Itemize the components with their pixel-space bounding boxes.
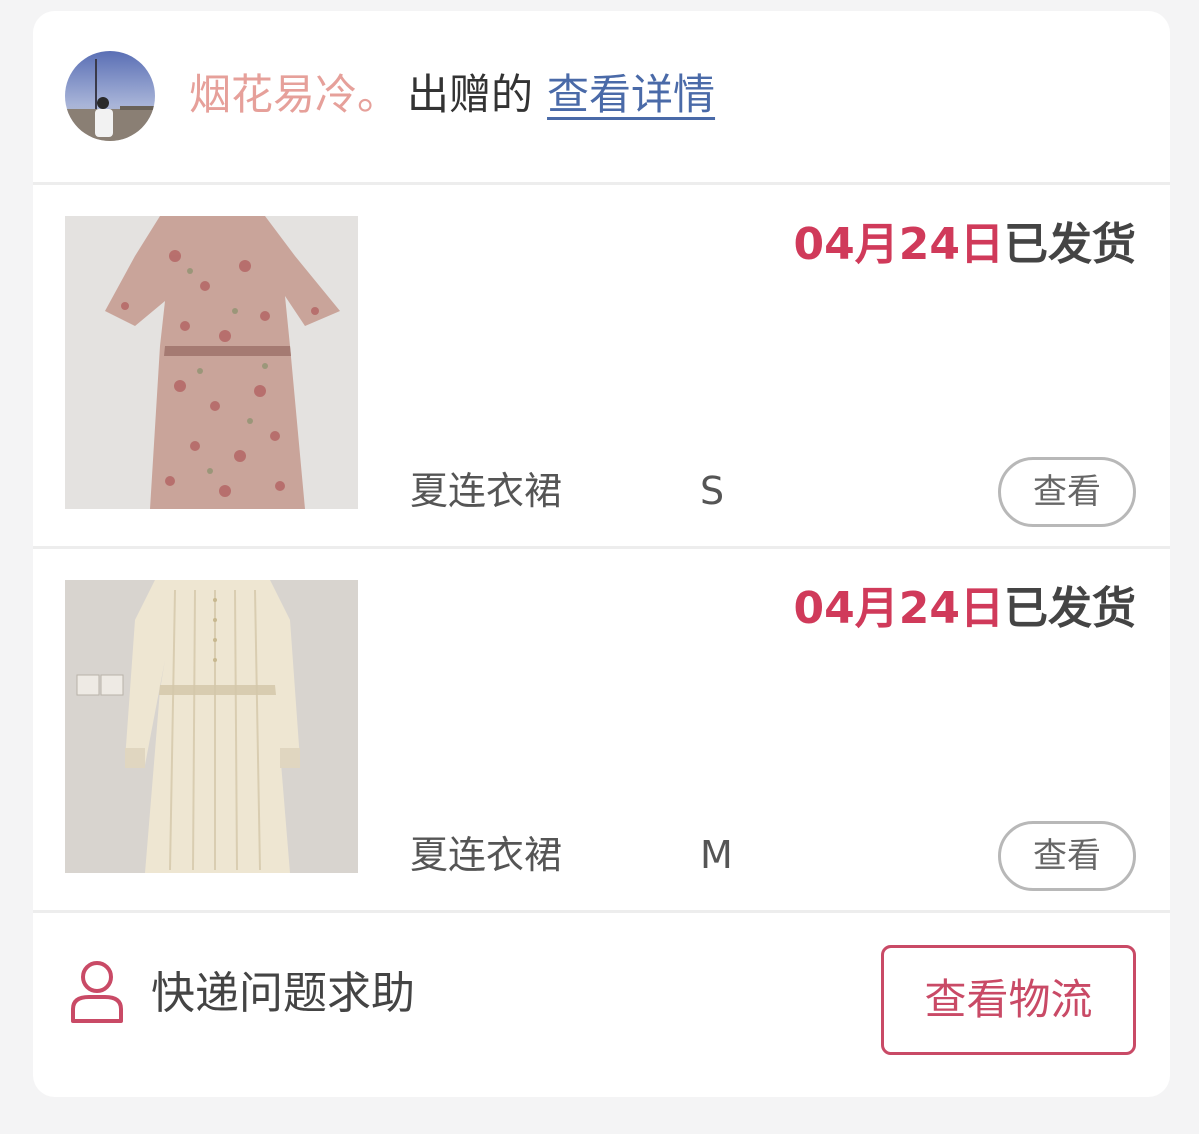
shipping-status: 04月24日已发货: [794, 215, 1136, 275]
cream-dress-image: [65, 580, 358, 873]
item-size: M: [700, 833, 733, 877]
view-button[interactable]: 查看: [998, 821, 1136, 891]
ship-date: 04月24日: [793, 583, 1004, 634]
item-name: 夏连衣裙: [410, 469, 563, 513]
shipping-help-link[interactable]: 快递问题求助: [151, 964, 415, 1024]
card-footer: 快递问题求助 查看物流: [33, 913, 1170, 1097]
item-thumbnail[interactable]: [65, 580, 358, 873]
view-details-link[interactable]: 查看详情: [547, 70, 715, 119]
status-text: 已发货: [1004, 219, 1136, 270]
donation-card: 烟花易冷。 出赠的 查看详情 04月24日已发货 夏连衣裙 S 查看 04月24…: [33, 11, 1170, 1097]
header-text: 烟花易冷。 出赠的 查看详情: [189, 65, 715, 125]
ship-date: 04月24日: [793, 219, 1004, 270]
donor-username[interactable]: 烟花易冷。: [189, 70, 399, 119]
view-button[interactable]: 查看: [998, 457, 1136, 527]
status-text: 已发货: [1004, 583, 1136, 634]
item-row[interactable]: 04月24日已发货 夏连衣裙 S 查看: [33, 185, 1170, 549]
avatar[interactable]: [65, 51, 155, 141]
item-thumbnail[interactable]: [65, 216, 358, 509]
item-row[interactable]: 04月24日已发货 夏连衣裙 M 查看: [33, 549, 1170, 913]
item-size: S: [700, 469, 725, 513]
donate-label: 出赠的: [407, 70, 534, 119]
floral-dress-image: [65, 216, 358, 509]
user-icon[interactable]: [69, 959, 125, 1023]
shipping-status: 04月24日已发货: [794, 579, 1136, 639]
view-logistics-button[interactable]: 查看物流: [881, 945, 1136, 1055]
item-name: 夏连衣裙: [410, 833, 563, 877]
card-header: 烟花易冷。 出赠的 查看详情: [33, 11, 1170, 185]
avatar-image: [65, 51, 155, 141]
